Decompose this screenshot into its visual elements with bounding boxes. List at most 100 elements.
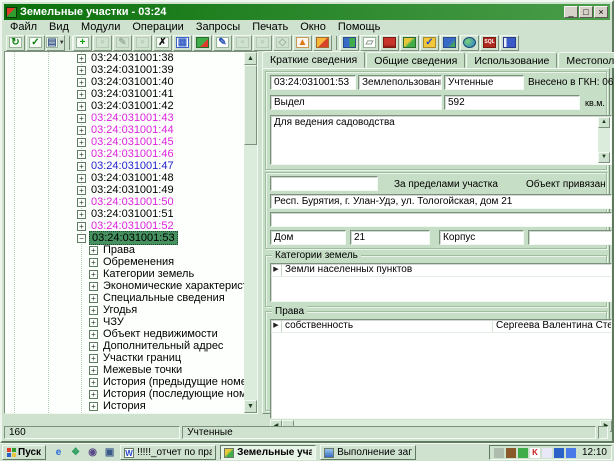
language-tray-icon[interactable] (566, 448, 576, 458)
address-extra-field[interactable] (270, 176, 378, 191)
expand-icon[interactable]: + (89, 354, 98, 363)
kaspersky-tray-icon[interactable]: K (530, 448, 540, 458)
tree-item[interactable]: +03:24:031001:41 (5, 88, 244, 100)
expand-icon[interactable]: + (77, 210, 86, 219)
menu-item-помощь[interactable]: Помощь (332, 20, 387, 34)
tree-item[interactable]: +ЧЗУ (5, 316, 244, 328)
categories-list[interactable]: ▶ Земли населенных пунктов (270, 263, 612, 302)
expand-icon[interactable]: + (77, 114, 86, 123)
close-button[interactable]: × (594, 6, 608, 18)
scroll-down-icon[interactable]: ▼ (244, 400, 257, 413)
tree-item[interactable]: +03:24:031001:49 (5, 184, 244, 196)
import-icon[interactable]: ▲ (293, 35, 312, 51)
tree-item[interactable]: +03:24:031001:42 (5, 100, 244, 112)
users-icon[interactable] (340, 35, 359, 51)
network-tray-icon[interactable] (554, 448, 564, 458)
expand-icon[interactable]: + (89, 306, 98, 315)
area-field[interactable]: 592 (444, 95, 580, 110)
tree-item[interactable]: +03:24:031001:51 (5, 208, 244, 220)
tree-item[interactable]: +03:24:031001:45 (5, 136, 244, 148)
menu-item-модули[interactable]: Модули (75, 20, 126, 34)
tab-общие-сведения[interactable]: Общие сведения (366, 52, 465, 68)
task-button[interactable]: Выполнение запроса (320, 445, 416, 460)
tree-vertical-scrollbar[interactable]: ▲ ▼ (244, 52, 257, 413)
expand-icon[interactable]: + (77, 174, 86, 183)
blue-book-icon[interactable] (440, 35, 459, 51)
tree-item[interactable]: +История (последующие номера) (5, 388, 244, 400)
media-player-icon[interactable]: ◉ (86, 446, 99, 459)
scheduler-tray-icon[interactable] (542, 448, 552, 458)
expand-icon[interactable]: + (89, 402, 98, 411)
minimize-button[interactable]: _ (564, 6, 578, 18)
expand-icon[interactable]: + (77, 162, 86, 171)
tree-item[interactable]: +История (предыдущие номера) (5, 376, 244, 388)
collapse-icon[interactable]: − (77, 234, 86, 243)
task-button[interactable]: Земельные участ... (220, 445, 316, 460)
tree-item[interactable]: +Экономические характеристики (5, 280, 244, 292)
right-row[interactable]: ▶ собственность Сергеева Валентина Степ (271, 320, 611, 333)
expand-icon[interactable]: + (77, 54, 86, 63)
scroll-up-icon[interactable]: ▲ (244, 52, 257, 65)
tree-item[interactable]: +03:24:031001:47 (5, 160, 244, 172)
expand-icon[interactable]: + (77, 78, 86, 87)
tree-item[interactable]: +03:24:031001:44 (5, 124, 244, 136)
start-button[interactable]: Пуск (2, 445, 46, 460)
expand-icon[interactable]: + (89, 282, 98, 291)
expand-icon[interactable]: + (77, 126, 86, 135)
print-icon[interactable]: ▤▼ (46, 35, 65, 51)
menu-item-вид[interactable]: Вид (43, 20, 75, 34)
tree-item[interactable]: +03:24:031001:39 (5, 64, 244, 76)
menu-item-печать[interactable]: Печать (246, 20, 294, 34)
category-row[interactable]: ▶ Земли населенных пунктов (271, 264, 611, 277)
expand-icon[interactable]: + (89, 330, 98, 339)
copy-icon[interactable]: ▱ (360, 35, 379, 51)
building-number-field[interactable] (528, 230, 612, 245)
tree-item[interactable]: +Специальные сведения (5, 292, 244, 304)
rights-list[interactable]: ▶ собственность Сергеева Валентина Степ (270, 319, 612, 419)
globe-icon[interactable] (460, 35, 479, 51)
tree-item[interactable]: +Права (5, 244, 244, 256)
restore-button[interactable]: □ (579, 6, 593, 18)
record-status-field[interactable]: Учтенные (444, 75, 524, 90)
textarea-scrollbar[interactable]: ▲ ▼ (598, 117, 610, 163)
tree-item[interactable]: +03:24:031001:48 (5, 172, 244, 184)
expand-icon[interactable]: + (77, 198, 86, 207)
sql-icon[interactable]: SQL (480, 35, 499, 51)
building-label-field[interactable]: Корпус (439, 230, 524, 245)
confirm-icon[interactable]: ✓ (26, 35, 45, 51)
expand-icon[interactable]: + (77, 150, 86, 159)
expand-icon[interactable]: + (89, 270, 98, 279)
tree-item[interactable]: +Угодья (5, 304, 244, 316)
tasks-check-icon[interactable]: ✓ (420, 35, 439, 51)
tree-item[interactable]: +Дополнительный адрес (5, 340, 244, 352)
house-label-field[interactable]: Дом (270, 230, 346, 245)
tree-item[interactable]: +Объект недвижимости (5, 328, 244, 340)
tree-item[interactable]: +История (5, 400, 244, 412)
export-icon[interactable] (313, 35, 332, 51)
menu-item-окно[interactable]: Окно (294, 20, 332, 34)
tree-item[interactable]: +03:24:031001:43 (5, 112, 244, 124)
tree-item[interactable]: +03:24:031001:38 (5, 52, 244, 64)
dropdown-arrow-icon[interactable]: ▼ (59, 40, 65, 46)
tab-использование[interactable]: Использование (466, 52, 557, 68)
green-book-icon[interactable] (400, 35, 419, 51)
volume-tray-icon[interactable] (506, 448, 516, 458)
task-button[interactable]: W!!!!!_отчет по практи... (120, 445, 216, 460)
tab-местоположение[interactable]: Местоположение (558, 52, 614, 68)
menu-item-файл[interactable]: Файл (4, 20, 43, 34)
tab-краткие-сведения[interactable]: Краткие сведения (262, 51, 365, 68)
expand-icon[interactable]: + (89, 414, 98, 415)
tree-item[interactable]: +03:24:031001:50 (5, 196, 244, 208)
expand-icon[interactable]: + (89, 318, 98, 327)
tree-item[interactable]: +03:24:031001:40 (5, 76, 244, 88)
address-line2-field[interactable] (270, 212, 612, 227)
scroll-up-icon[interactable]: ▲ (598, 117, 610, 128)
expand-icon[interactable]: + (89, 342, 98, 351)
internet-explorer-icon[interactable]: e (52, 446, 65, 459)
expand-icon[interactable]: + (89, 258, 98, 267)
allotment-type-field[interactable]: Выдел (270, 95, 442, 110)
antivirus-tray-icon[interactable] (518, 448, 528, 458)
scrollbar-thumb[interactable] (244, 65, 257, 145)
expand-icon[interactable]: + (77, 222, 86, 231)
tree-item[interactable]: +Документы дела (5, 412, 244, 414)
